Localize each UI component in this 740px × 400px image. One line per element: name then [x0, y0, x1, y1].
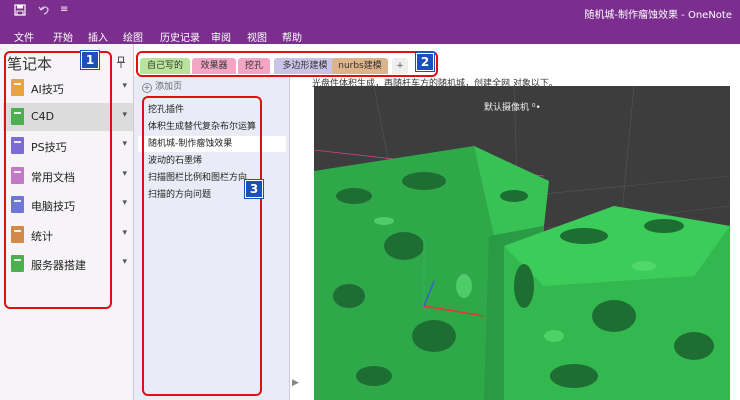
add-section-button[interactable]: + [392, 58, 408, 74]
notebook-item-ai[interactable]: AI技巧 ▾ [3, 74, 133, 102]
notebook-label: C4D [31, 110, 55, 123]
notebook-label: AI技巧 [31, 83, 64, 96]
undo-icon[interactable] [38, 4, 50, 19]
tab-nurbs-modeling[interactable]: nurbs建模 [332, 58, 388, 74]
notebook-label: 服务器搭建 [31, 259, 86, 272]
notebook-panel: 笔记本 AI技巧 ▾ C4D ▾ PS技巧 ▾ 常用文档 ▾ 电脑技巧 ▾ 统计… [0, 44, 134, 400]
chevron-down-icon[interactable]: ▾ [122, 228, 127, 238]
page-item[interactable]: 挖孔插件 [138, 102, 286, 118]
chevron-down-icon[interactable]: ▾ [122, 169, 127, 179]
notebook-icon [11, 255, 24, 272]
notebook-item-c4d[interactable]: C4D ▾ [3, 103, 133, 131]
ribbon-menu: 文件 开始 插入 绘图 历史记录 审阅 视图 帮助 [0, 26, 740, 44]
notebook-icon [11, 137, 24, 154]
notebook-header: 笔记本 [7, 55, 53, 73]
c4d-viewport-image: 默认摄像机 ⁰• [314, 86, 730, 400]
menu-insert[interactable]: 插入 [88, 29, 108, 44]
chevron-down-icon[interactable]: ▾ [122, 198, 127, 208]
notebook-item-docs[interactable]: 常用文档 ▾ [3, 162, 133, 190]
add-page-label: 添加页 [155, 82, 183, 92]
page-list: + 添加页 挖孔插件 体积生成替代复杂布尔运算 随机城-制作瘤蚀效果 波动的石墨烯… [134, 76, 290, 400]
add-page-button[interactable]: + 添加页 [142, 79, 182, 93]
tab-effectors[interactable]: 效果器 [192, 58, 236, 74]
save-icon[interactable] [14, 4, 26, 19]
notebook-icon [11, 108, 24, 125]
notebook-label: 常用文档 [31, 171, 75, 184]
chevron-down-icon[interactable]: ▾ [122, 257, 127, 267]
menu-file[interactable]: 文件 [14, 29, 34, 44]
expand-panel-icon[interactable]: ▶ [292, 378, 299, 388]
menu-review[interactable]: 审阅 [211, 29, 231, 44]
notebook-icon [11, 196, 24, 213]
window-title: 随机城-制作瘤蚀效果 - OneNote [584, 10, 732, 21]
menu-history[interactable]: 历史记录 [160, 29, 200, 44]
notebook-item-server[interactable]: 服务器搭建 ▾ [3, 250, 133, 278]
menu-draw[interactable]: 绘图 [123, 29, 143, 44]
notebook-item-stats[interactable]: 统计 ▾ [3, 221, 133, 249]
page-item[interactable]: 波动的石墨烯 [138, 153, 286, 169]
annotation-badge-3: 3 [244, 179, 264, 199]
camera-label: 默认摄像机 ⁰• [484, 103, 541, 113]
section-tabs: 自己写的 效果器 挖孔 多边形建模 nurbs建模 + [134, 44, 740, 76]
page-item[interactable]: 体积生成替代复杂布尔运算 [138, 119, 286, 135]
chevron-down-icon[interactable]: ▾ [122, 81, 127, 91]
chevron-down-icon[interactable]: ▾ [122, 139, 127, 149]
plus-icon: + [142, 83, 152, 93]
notebook-label: 电脑技巧 [31, 200, 75, 213]
notebook-icon [11, 79, 24, 96]
tab-dig-hole[interactable]: 挖孔 [238, 58, 270, 74]
annotation-badge-1: 1 [80, 50, 100, 70]
tab-poly-modeling[interactable]: 多边形建模 [274, 58, 336, 74]
notebook-item-ps[interactable]: PS技巧 ▾ [3, 132, 133, 160]
menu-help[interactable]: 帮助 [282, 29, 302, 44]
page-content: 光盘件体积生成，再随杆车方的随机城，创建全网 对象以下。 ▶ 默认摄像机 ⁰• [290, 76, 740, 400]
page-item-selected[interactable]: 随机城-制作瘤蚀效果 [138, 136, 286, 152]
page-item[interactable]: 扫描的方向问题 [138, 187, 286, 203]
notebook-icon [11, 226, 24, 243]
viewport-render [314, 86, 730, 400]
menu-home[interactable]: 开始 [53, 29, 73, 44]
annotation-badge-2: 2 [415, 52, 435, 72]
page-item[interactable]: 扫描图栏比例和图栏方向 [138, 170, 286, 186]
notebook-item-pc-tips[interactable]: 电脑技巧 ▾ [3, 191, 133, 219]
tab-self-written[interactable]: 自己写的 [140, 58, 190, 74]
menu-view[interactable]: 视图 [247, 29, 267, 44]
notebook-label: 统计 [31, 230, 53, 243]
customize-toolbar-icon[interactable]: ≡ [60, 4, 68, 15]
notebook-label: PS技巧 [31, 141, 67, 154]
pin-icon[interactable] [117, 56, 125, 71]
chevron-down-icon[interactable]: ▾ [122, 110, 127, 120]
title-bar: ≡ 随机城-制作瘤蚀效果 - OneNote [0, 0, 740, 26]
notebook-icon [11, 167, 24, 184]
